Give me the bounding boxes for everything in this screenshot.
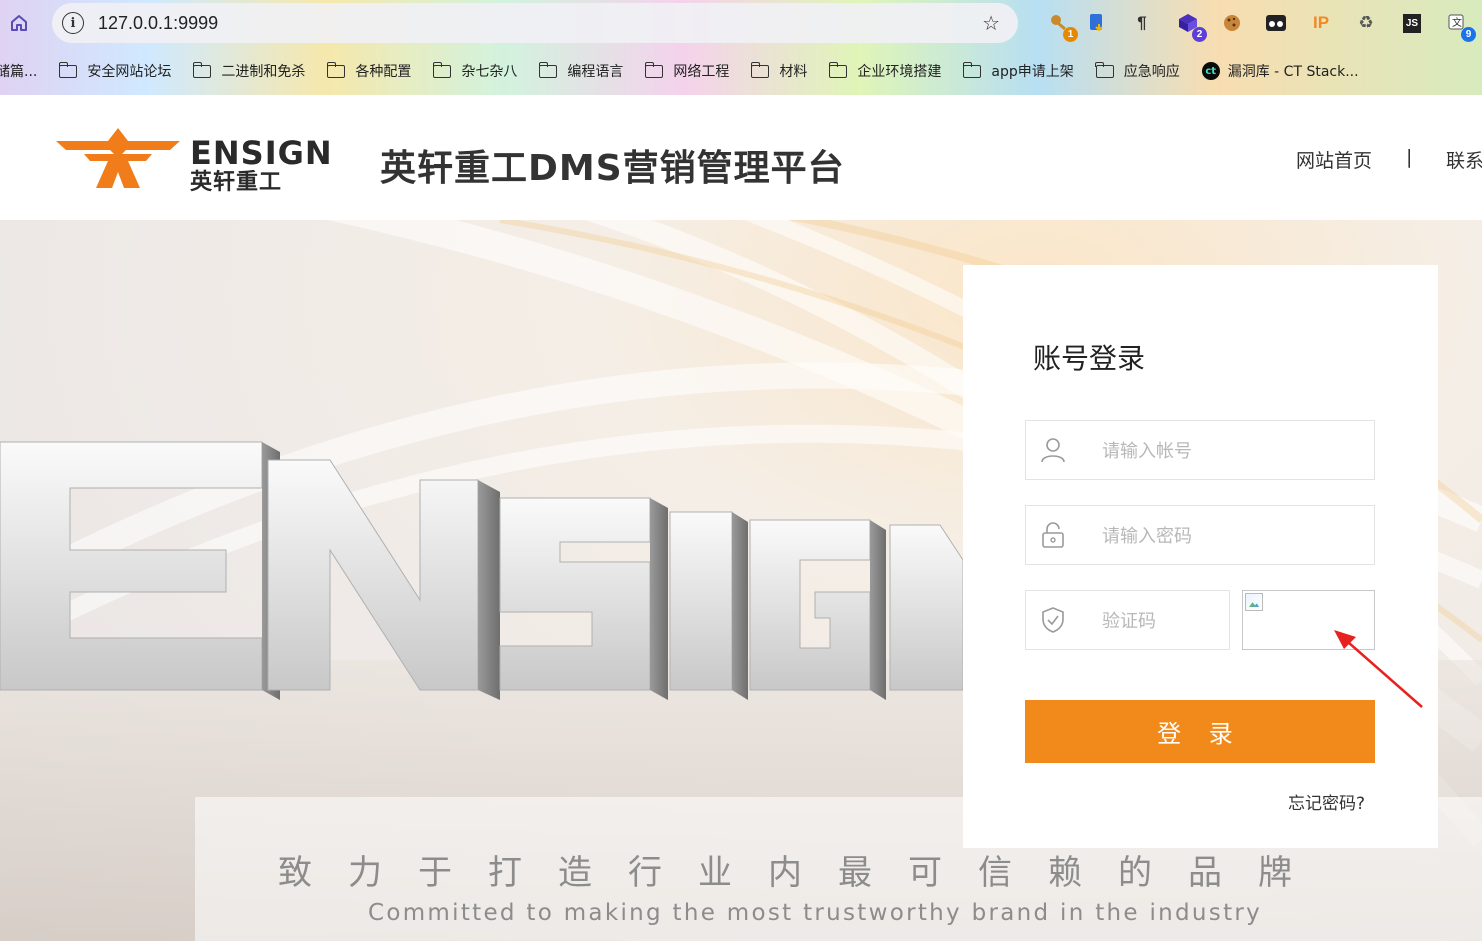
login-button[interactable]: 登 录 [1025, 700, 1375, 763]
captcha-field[interactable]: 验证码 [1025, 590, 1230, 650]
folder-icon [326, 61, 346, 78]
key-extension-icon[interactable]: 1 [1046, 10, 1078, 42]
slogan-cn: 致力于打造行业内最可信赖的品牌 [278, 853, 1328, 893]
bookmark-folder[interactable]: app申请上架 [962, 61, 1074, 81]
bookmark-site[interactable]: ct 漏洞库 - CT Stack... [1201, 61, 1359, 81]
nav-separator: | [1406, 146, 1413, 168]
folder-icon [750, 61, 770, 78]
home-icon[interactable] [6, 10, 32, 36]
nav-home-link[interactable]: 网站首页 [1296, 146, 1372, 173]
bookmark-folder[interactable]: 安全网站论坛 [58, 61, 171, 81]
site-info-icon[interactable]: i [62, 12, 84, 34]
user-icon [1040, 437, 1066, 463]
bookmark-folder[interactable]: 各种配置 [326, 61, 411, 81]
logo-text-cn: 英轩重工 [190, 170, 283, 195]
lock-icon [1040, 522, 1066, 548]
translate-extension-icon[interactable]: 文 9 [1444, 10, 1476, 42]
js-extension-icon[interactable]: JS [1399, 10, 1425, 36]
bookmark-folder[interactable]: 杂七杂八 [432, 61, 517, 81]
bookmark-folder[interactable]: 网络工程 [644, 61, 729, 81]
password-field[interactable]: 请输入密码 [1025, 505, 1375, 565]
password-placeholder: 请输入密码 [1102, 526, 1192, 547]
captcha-placeholder: 验证码 [1102, 611, 1156, 632]
shield-check-icon [1040, 607, 1066, 633]
username-field[interactable]: 请输入帐号 [1025, 420, 1375, 480]
folder-icon [644, 61, 664, 78]
forgot-password-link[interactable]: 忘记密码? [1288, 789, 1365, 814]
folder-icon [538, 61, 558, 78]
slogan-en: Committed to making the most trustworthy… [368, 900, 1263, 926]
login-panel: 账号登录 请输入帐号 请输入密码 验证码 登 录 忘记密码? [963, 265, 1438, 848]
bookmark-star-icon[interactable]: ☆ [982, 11, 1000, 35]
recycle-extension-icon[interactable]: ♻ [1353, 10, 1379, 36]
browser-chrome: i 127.0.0.1:9999 ☆ 1 ¶ 2 IP ♻ JS 文 9 储篇.… [0, 0, 1482, 95]
svg-text:文: 文 [1452, 16, 1462, 29]
folder-icon [432, 61, 452, 78]
ip-extension-icon[interactable]: IP [1308, 10, 1334, 36]
address-bar[interactable]: i 127.0.0.1:9999 ☆ [52, 3, 1018, 43]
folder-icon [1095, 61, 1114, 78]
bookmark-folder[interactable]: 材料 [750, 61, 807, 81]
glasses-extension-icon[interactable] [1263, 10, 1289, 36]
download-extension-icon[interactable] [1084, 10, 1110, 36]
ct-stack-icon: ct [1201, 62, 1220, 80]
folder-icon [58, 61, 78, 78]
ensign-logo[interactable]: ENSIGN 英轩重工 [56, 128, 346, 195]
folder-icon [192, 61, 212, 78]
site-title: 英轩重工DMS营销管理平台 [380, 148, 845, 189]
annotation-arrow-icon [1334, 630, 1423, 708]
url-text: 127.0.0.1:9999 [98, 12, 219, 33]
bookmark-folder[interactable]: 企业环境搭建 [828, 61, 941, 81]
site-header: ENSIGN 英轩重工 英轩重工DMS营销管理平台 网站首页 | 联系 [0, 95, 1482, 220]
bookmark-folder[interactable]: 编程语言 [538, 61, 623, 81]
paragraph-extension-icon[interactable]: ¶ [1129, 10, 1155, 36]
folder-icon [962, 61, 982, 78]
login-title: 账号登录 [1033, 342, 1146, 375]
cube-extension-icon[interactable]: 2 [1175, 10, 1207, 42]
bookmark-folder[interactable]: 应急响应 [1095, 61, 1180, 81]
folder-icon [828, 61, 848, 78]
bookmark-item[interactable]: 储篇... [0, 61, 37, 81]
ensign-emblem-icon [56, 128, 180, 188]
nav-contact-link[interactable]: 联系 [1446, 146, 1482, 173]
cookie-extension-icon[interactable] [1219, 10, 1245, 36]
bookmarks-bar: 储篇... 安全网站论坛 二进制和免杀 各种配置 杂七杂八 编程语言 网络工程 … [0, 56, 1482, 86]
bookmark-folder[interactable]: 二进制和免杀 [192, 61, 305, 81]
username-placeholder: 请输入帐号 [1102, 441, 1192, 462]
broken-image-icon [1245, 593, 1263, 611]
